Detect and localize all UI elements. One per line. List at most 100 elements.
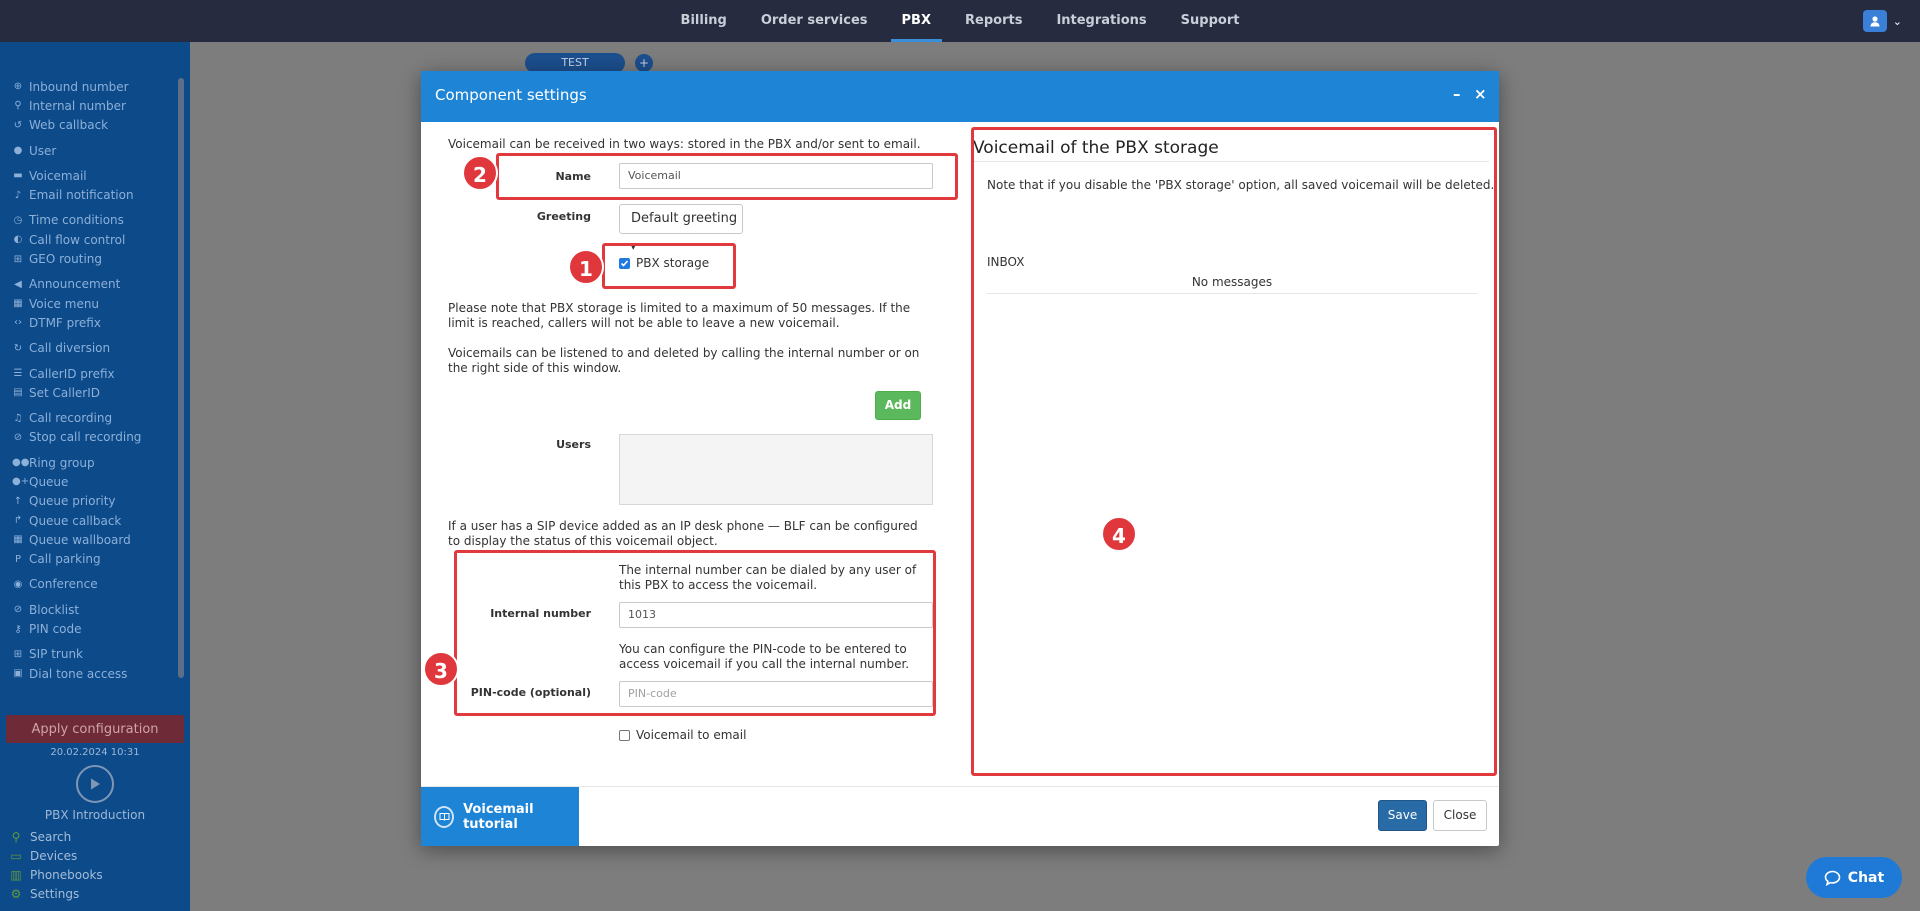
user-icon: ● bbox=[13, 145, 23, 157]
sidebar-item-sip-trunk[interactable]: ⊞ SIP trunk bbox=[12, 645, 177, 664]
sidebar-item-inbound-number[interactable]: ⊕ Inbound number bbox=[12, 77, 177, 96]
sidebar-item-dtmf-prefix[interactable]: ‹› DTMF prefix bbox=[12, 313, 177, 332]
sidebar-item-conference[interactable]: ◉ Conference bbox=[12, 575, 177, 594]
arrow-up-icon: ↑ bbox=[13, 495, 23, 507]
sidebar-item-label: Voicemail bbox=[29, 168, 87, 183]
close-icon[interactable]: × bbox=[1474, 85, 1487, 103]
parking-icon: P bbox=[14, 553, 22, 565]
user-avatar-icon[interactable] bbox=[1862, 10, 1887, 32]
voicemail-icon: ▬ bbox=[13, 170, 23, 182]
nav-item-billing[interactable]: Billing bbox=[664, 0, 744, 42]
share-icon: ↱ bbox=[13, 515, 23, 527]
sidebar-item-label: Inbound number bbox=[29, 79, 129, 94]
sidebar-item-time-conditions[interactable]: ◷ Time conditions bbox=[12, 211, 177, 230]
sidebar-item-callerid-prefix[interactable]: ☰ CallerID prefix bbox=[12, 364, 177, 383]
save-button[interactable]: Save bbox=[1378, 800, 1427, 831]
sidebar-link-settings[interactable]: ⚙ Settings bbox=[8, 884, 103, 903]
lock-icon: ▣ bbox=[13, 668, 23, 680]
canvas-tab-test[interactable]: TEST bbox=[525, 53, 625, 73]
sidebar-item-label: Blocklist bbox=[29, 602, 80, 617]
greeting-dropdown-label: Default greeting bbox=[631, 211, 738, 226]
sidebar-item-stop-call-recording[interactable]: ⊘ Stop call recording bbox=[12, 428, 177, 447]
close-button[interactable]: Close bbox=[1433, 800, 1487, 831]
minimize-icon[interactable]: – bbox=[1453, 85, 1461, 103]
chevron-down-icon[interactable]: ⌄ bbox=[1893, 15, 1902, 28]
devices-icon: ▭ bbox=[10, 848, 22, 863]
nav-item-reports[interactable]: Reports bbox=[948, 0, 1039, 42]
list-icon: ☰ bbox=[13, 368, 23, 379]
chat-bubble-icon bbox=[1824, 870, 1841, 886]
sidebar-item-announcement[interactable]: ◀ Announcement bbox=[12, 275, 177, 294]
sidebar-item-label: DTMF prefix bbox=[29, 315, 101, 330]
sidebar-item-label: Call diversion bbox=[29, 341, 111, 356]
chat-label: Chat bbox=[1847, 869, 1885, 886]
sitemap-icon: ⊞ bbox=[13, 253, 23, 265]
sidebar-item-queue-wallboard[interactable]: ▦ Queue wallboard bbox=[12, 530, 177, 549]
comments-icon: ◉ bbox=[13, 578, 23, 590]
voicemail-tutorial-button[interactable]: Voicemail tutorial bbox=[421, 787, 579, 846]
add-tab-icon[interactable]: + bbox=[635, 54, 653, 72]
sidebar-item-dial-tone-access[interactable]: ▣ Dial tone access bbox=[12, 664, 177, 683]
sidebar-link-label: Search bbox=[30, 829, 72, 844]
sidebar-link-phonebooks[interactable]: ▥ Phonebooks bbox=[8, 865, 102, 884]
sidebar-item-label: Internal number bbox=[29, 98, 126, 113]
nav-item-order-services[interactable]: Order services bbox=[744, 0, 885, 42]
sidebar-item-queue-callback[interactable]: ↱ Queue callback bbox=[12, 511, 177, 530]
sidebar-item-email-notification[interactable]: ♪ Email notification bbox=[12, 185, 177, 204]
sidebar-item-blocklist[interactable]: ⊘ Blocklist bbox=[12, 600, 177, 619]
modal-header: Component settings – × bbox=[421, 71, 1499, 122]
sidebar-item-internal-number[interactable]: ⚲ Internal number bbox=[12, 96, 177, 115]
add-user-button[interactable]: Add bbox=[875, 391, 921, 420]
sidebar-item-user[interactable]: ● User bbox=[12, 141, 177, 160]
greeting-label: Greeting bbox=[536, 210, 591, 223]
megaphone-icon: ◀ bbox=[14, 278, 22, 290]
sidebar-link-devices[interactable]: ▭ Devices bbox=[8, 846, 103, 865]
sidebar-item-label: Ring group bbox=[29, 455, 95, 470]
user-menu[interactable]: ⌄ bbox=[1862, 10, 1902, 32]
sidebar-item-ring-group[interactable]: ●● Ring group bbox=[12, 453, 177, 472]
apply-configuration-button[interactable]: Apply configuration bbox=[6, 715, 184, 743]
sidebar-item-queue-priority[interactable]: ↑ Queue priority bbox=[12, 492, 177, 511]
sidebar-item-label: Conference bbox=[29, 577, 98, 592]
sidebar-item-label: Time conditions bbox=[29, 213, 124, 228]
nav-item-support[interactable]: Support bbox=[1164, 0, 1257, 42]
sidebar-item-voicemail[interactable]: ▬ Voicemail bbox=[12, 166, 177, 185]
sidebar-item-label: Call flow control bbox=[29, 232, 126, 247]
sidebar-item-geo-routing[interactable]: ⊞ GEO routing bbox=[12, 249, 177, 268]
users-icon: ●● bbox=[12, 457, 30, 469]
nav-item-pbx[interactable]: PBX bbox=[885, 0, 948, 42]
sidebar-scrollbar[interactable] bbox=[178, 78, 184, 678]
sidebar-item-label: Stop call recording bbox=[29, 430, 142, 445]
component-settings-modal: Component settings – × Voicemail can be … bbox=[421, 71, 1499, 846]
users-label: Users bbox=[556, 438, 591, 451]
sidebar-link-search[interactable]: ⚲ Search bbox=[8, 827, 103, 846]
play-icon[interactable] bbox=[76, 765, 114, 803]
main-menu: Billing Order services PBX Reports Integrati… bbox=[0, 0, 1920, 42]
sidebar-item-pin-code[interactable]: ⚷ PIN code bbox=[12, 619, 177, 638]
annotation-box-internal-number bbox=[454, 550, 936, 716]
sidebar-item-call-parking[interactable]: P Call parking bbox=[12, 550, 177, 569]
sidebar-item-call-recording[interactable]: ♫ Call recording bbox=[12, 408, 177, 427]
chat-button[interactable]: Chat bbox=[1806, 857, 1902, 898]
nav-item-integrations[interactable]: Integrations bbox=[1039, 0, 1163, 42]
sidebar-component-list: ⊕ Inbound number ⚲ Internal number ↺ Web call… bbox=[12, 77, 177, 683]
users-list-box[interactable] bbox=[619, 434, 933, 505]
voicemail-to-email-checkbox[interactable] bbox=[619, 729, 630, 741]
annotation-box-storage-panel bbox=[971, 127, 1497, 776]
pbx-introduction-label[interactable]: PBX Introduction bbox=[0, 808, 190, 822]
modal-title: Component settings bbox=[435, 86, 587, 104]
voicemail-to-email-option[interactable]: Voicemail to email bbox=[619, 728, 746, 742]
sidebar-item-web-callback[interactable]: ↺ Web callback bbox=[12, 116, 177, 135]
greeting-dropdown[interactable]: Default greeting ▾ bbox=[619, 204, 743, 253]
sidebar-item-queue[interactable]: ●+ Queue bbox=[12, 472, 177, 491]
sidebar-item-call-flow-control[interactable]: ◐ Call flow control bbox=[12, 230, 177, 249]
clock-icon: ◷ bbox=[13, 214, 23, 226]
voicemail-tutorial-label: Voicemail tutorial bbox=[463, 801, 534, 832]
sidebar-item-voice-menu[interactable]: ▦ Voice menu bbox=[12, 294, 177, 313]
sidebar-item-set-callerid[interactable]: ▤ Set CallerID bbox=[12, 383, 177, 402]
key-icon: ⚷ bbox=[14, 623, 22, 635]
wallboard-icon: ▦ bbox=[13, 534, 23, 546]
redo-icon: ↻ bbox=[13, 342, 23, 354]
sidebar-item-call-diversion[interactable]: ↻ Call diversion bbox=[12, 339, 177, 358]
sidebar-bottom-links: ⚲ Search ▭ Devices ▥ Phonebooks ⚙ Settings bbox=[8, 827, 103, 903]
